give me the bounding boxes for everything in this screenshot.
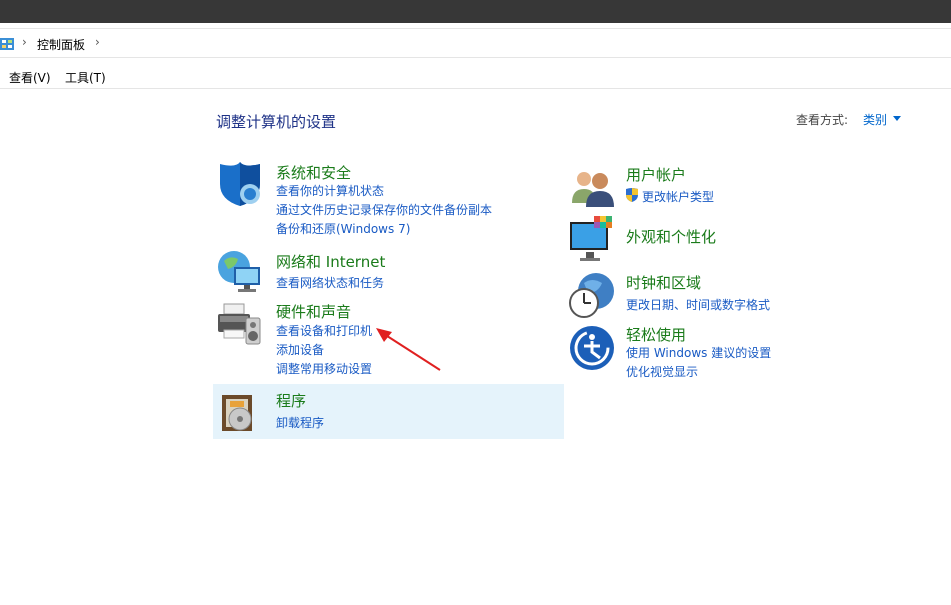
view-by-label: 查看方式: bbox=[796, 113, 849, 127]
window-title-bar bbox=[0, 0, 951, 23]
category-title[interactable]: 程序 bbox=[276, 390, 306, 411]
shield-icon bbox=[220, 162, 260, 206]
category-title[interactable]: 时钟和区域 bbox=[626, 272, 701, 293]
printer-icon bbox=[218, 303, 261, 345]
menu-view[interactable]: 查看(V) bbox=[9, 69, 51, 86]
page-title: 调整计算机的设置 bbox=[216, 113, 337, 131]
ease-of-access-icon bbox=[570, 326, 614, 370]
breadcrumb-control-panel[interactable]: 控制面板 bbox=[37, 36, 85, 53]
link-uninstall-program[interactable]: 卸载程序 bbox=[276, 414, 324, 431]
annotation-arrow-icon bbox=[376, 328, 441, 371]
network-globe-icon bbox=[218, 251, 260, 292]
link-windows-recommended[interactable]: 使用 Windows 建议的设置 bbox=[626, 344, 771, 361]
menu-bar: 查看(V) 工具(T) bbox=[0, 59, 951, 89]
link-view-computer-status[interactable]: 查看你的计算机状态 bbox=[276, 182, 384, 199]
clock-globe-icon bbox=[569, 273, 614, 318]
programs-icon bbox=[222, 395, 252, 431]
category-title[interactable]: 外观和个性化 bbox=[626, 226, 716, 247]
monitor-personalize-icon bbox=[570, 216, 612, 261]
control-panel-icon bbox=[0, 38, 14, 50]
category-title[interactable]: 系统和安全 bbox=[276, 162, 351, 183]
link-add-device[interactable]: 添加设备 bbox=[276, 341, 324, 358]
programs-hover-highlight bbox=[213, 384, 564, 439]
link-devices-printers[interactable]: 查看设备和打印机 bbox=[276, 322, 372, 339]
category-title[interactable]: 轻松使用 bbox=[626, 324, 686, 345]
menu-tools[interactable]: 工具(T) bbox=[65, 69, 106, 86]
link-file-history-backup[interactable]: 通过文件历史记录保存你的文件备份副本 bbox=[276, 201, 492, 218]
uac-shield-icon bbox=[626, 188, 638, 202]
dropdown-caret-icon[interactable] bbox=[893, 116, 901, 121]
link-date-time-format[interactable]: 更改日期、时间或数字格式 bbox=[626, 296, 770, 313]
users-icon bbox=[572, 172, 614, 207]
address-bar[interactable]: › 控制面板 › bbox=[0, 28, 951, 58]
link-mobility-settings[interactable]: 调整常用移动设置 bbox=[276, 360, 372, 377]
link-change-account-type[interactable]: 更改帐户类型 bbox=[642, 188, 714, 205]
link-optimize-display[interactable]: 优化视觉显示 bbox=[626, 363, 698, 380]
chevron-right-icon[interactable]: › bbox=[95, 35, 100, 49]
link-network-status[interactable]: 查看网络状态和任务 bbox=[276, 274, 384, 291]
chevron-right-icon[interactable]: › bbox=[22, 35, 27, 49]
category-title[interactable]: 硬件和声音 bbox=[276, 301, 351, 322]
category-title[interactable]: 用户帐户 bbox=[626, 164, 686, 185]
category-title[interactable]: 网络和 Internet bbox=[276, 251, 385, 272]
link-backup-restore[interactable]: 备份和还原(Windows 7) bbox=[276, 220, 410, 237]
view-by-dropdown[interactable]: 类别 bbox=[863, 111, 887, 128]
